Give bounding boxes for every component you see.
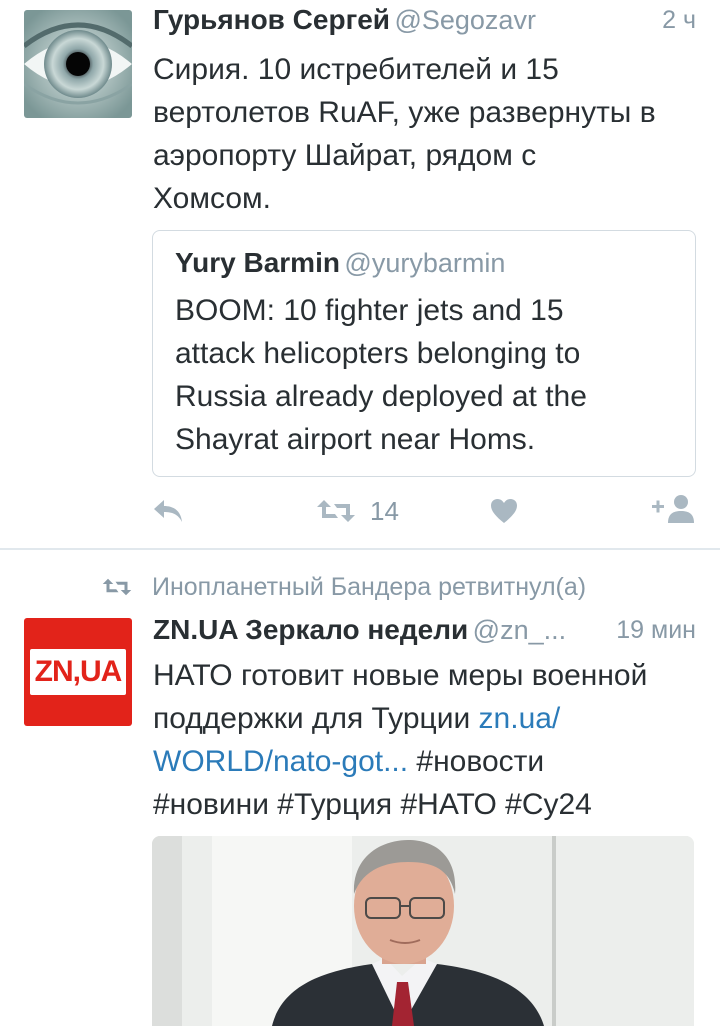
tweet-link[interactable]: WORLD/nato-got... xyxy=(153,745,408,778)
eye-avatar-image xyxy=(24,10,132,118)
tweet-photo[interactable] xyxy=(152,836,694,1026)
quoted-tweet-card[interactable]: Yury Barmin @yurybarmin BOOM: 10 fighter… xyxy=(152,230,696,477)
quoted-author-name[interactable]: Yury Barmin xyxy=(175,247,340,278)
reply-icon xyxy=(154,500,182,522)
avatar-eye[interactable] xyxy=(24,10,132,118)
quoted-text-line: Russia already deployed at the xyxy=(175,380,587,413)
like-button[interactable] xyxy=(490,494,518,528)
zn-ua-logo: ZN,UA xyxy=(30,649,126,695)
tweet-text-line: Хомсом. xyxy=(153,182,271,215)
tweet-link[interactable]: zn.ua/ xyxy=(479,702,561,735)
quoted-text-line: BOOM: 10 fighter jets and 15 xyxy=(175,294,564,327)
author-handle[interactable]: @Segozavr xyxy=(394,5,535,35)
author-name[interactable]: ZN.UA Зеркало недели xyxy=(153,614,468,645)
zn-ua-logo-text: ZN,UA xyxy=(34,655,123,688)
author-name[interactable]: Гурьянов Сергей xyxy=(153,4,390,35)
quoted-tweet-text: BOOM: 10 fighter jets and 15 attack heli… xyxy=(175,289,685,461)
quoted-text-line: attack helicopters belonging to xyxy=(175,337,581,370)
tweet-time[interactable]: 2 ч xyxy=(662,6,696,35)
follow-button[interactable] xyxy=(652,492,696,526)
tweet-time[interactable]: 19 мин xyxy=(616,616,696,645)
tweet-text-line: НАТО готовит новые меры военной xyxy=(153,659,648,692)
tweet-text-fragment: поддержки для Турции xyxy=(153,702,479,735)
tweet-text: Сирия. 10 истребителей и 15 вертолетов R… xyxy=(153,48,703,220)
tweet-1[interactable]: Гурьянов Сергей @Segozavr 2 ч Сирия. 10 … xyxy=(0,0,720,548)
retweet-icon xyxy=(102,578,132,596)
tweet-text: НАТО готовит новые меры военной поддержк… xyxy=(153,654,713,826)
photo-man-in-suit xyxy=(152,836,694,1026)
retweet-context[interactable]: Инопланетный Бандера ретвитнул(а) xyxy=(102,570,702,604)
hashtag-text[interactable]: #новости xyxy=(408,745,544,778)
tweet-text-line: Сирия. 10 истребителей и 15 xyxy=(153,53,559,86)
avatar-zn-ua[interactable]: ZN,UA xyxy=(24,618,132,726)
follow-icon xyxy=(652,495,694,523)
retweet-button[interactable]: 14 xyxy=(316,494,399,528)
tweet-text-line: аэропорту Шайрат, рядом с xyxy=(153,139,537,172)
tweet-text-line: вертолетов RuAF, уже развернуты в xyxy=(153,96,656,129)
tweet-text-line: поддержки для Турции zn.ua/ xyxy=(153,697,713,740)
heart-icon xyxy=(491,499,517,523)
author-handle[interactable]: @zn_... xyxy=(473,615,566,645)
retweet-count: 14 xyxy=(370,495,399,526)
retweeted-by-text: Инопланетный Бандера ретвитнул(а) xyxy=(152,572,587,601)
tweet-text-line: WORLD/nato-got... #новости xyxy=(153,740,713,783)
hashtags-line[interactable]: #новини #Турция #НАТО #Су24 xyxy=(153,783,713,826)
quoted-author-handle[interactable]: @yurybarmin xyxy=(344,248,505,278)
reply-button[interactable] xyxy=(152,494,184,528)
retweet-icon xyxy=(317,500,355,522)
quoted-text-line: Shayrat airport near Homs. xyxy=(175,423,536,456)
tweet-2[interactable]: Инопланетный Бандера ретвитнул(а) ZN,UA … xyxy=(0,550,720,1026)
